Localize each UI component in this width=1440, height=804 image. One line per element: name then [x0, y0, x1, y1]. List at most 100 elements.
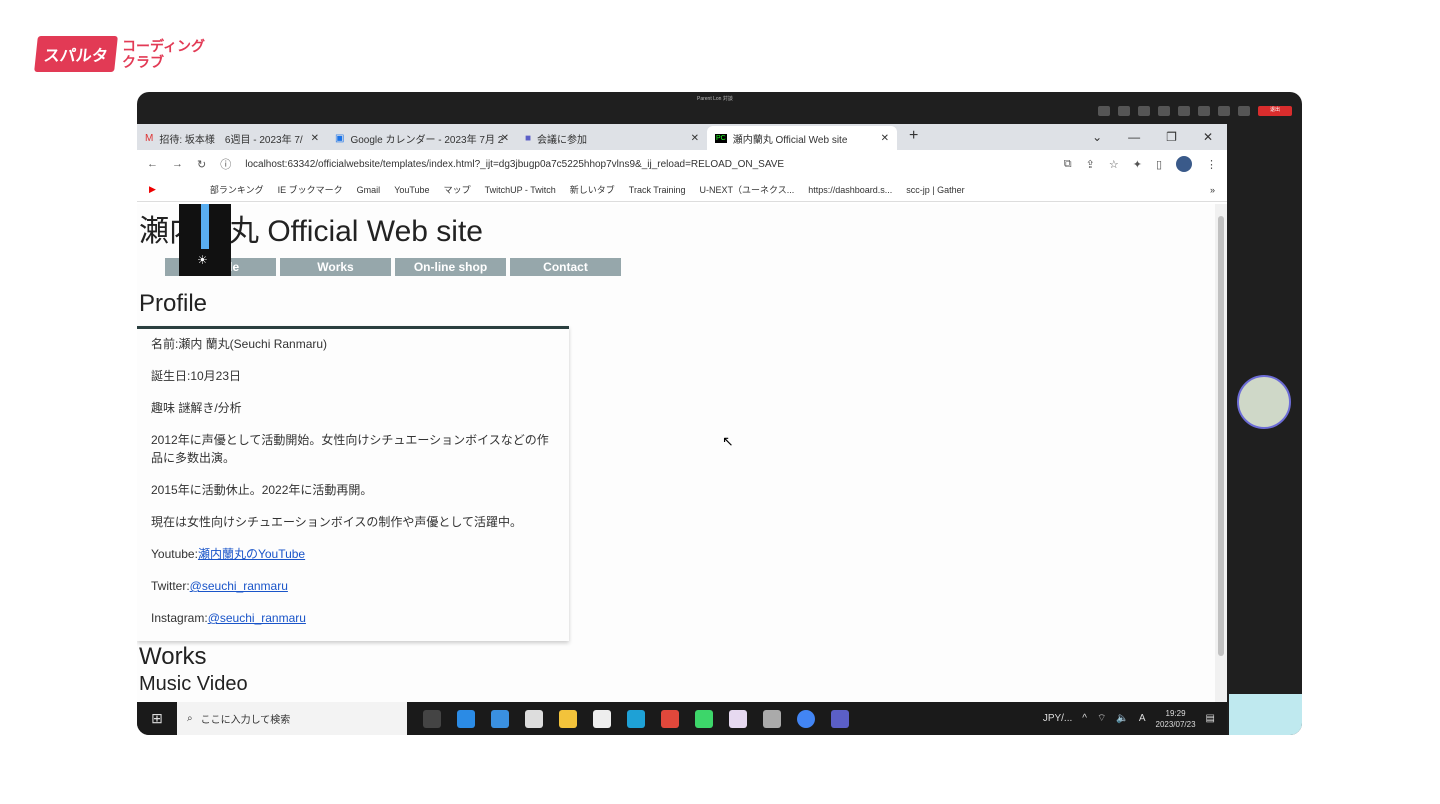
- explorer-icon[interactable]: [559, 709, 577, 728]
- task-view-icon[interactable]: [423, 709, 441, 728]
- forward-icon[interactable]: →: [172, 158, 183, 170]
- new-tab-button[interactable]: +: [897, 127, 930, 150]
- paint-icon[interactable]: [763, 709, 781, 728]
- tab-calendar[interactable]: ▣ Google カレンダー - 2023年 7月 2 ✕: [327, 126, 517, 150]
- close-icon[interactable]: ✕: [501, 133, 509, 144]
- chrome-icon[interactable]: [797, 709, 815, 728]
- instagram-link[interactable]: @seuchi_ranmaru: [208, 611, 306, 625]
- react-icon[interactable]: [1138, 106, 1150, 116]
- twitter-label: Twitter:: [151, 579, 190, 593]
- bookmark[interactable]: IE ブックマーク: [278, 183, 343, 196]
- camera-icon[interactable]: [1198, 106, 1210, 116]
- close-icon[interactable]: ✕: [691, 133, 699, 144]
- taskbar-search[interactable]: ⌕ ここに入力して検索: [177, 702, 407, 735]
- pycharm-icon[interactable]: [695, 709, 713, 728]
- youtube-icon[interactable]: ▶: [149, 184, 156, 195]
- mouse-cursor-icon: ↖: [722, 433, 734, 449]
- scrollbar[interactable]: [1215, 204, 1227, 702]
- brightness-slider[interactable]: ☀: [179, 204, 231, 276]
- info-icon: ⓘ: [220, 159, 232, 171]
- share-icon[interactable]: [1238, 106, 1250, 116]
- tab-list-icon[interactable]: ⌄: [1092, 130, 1102, 144]
- side-panel-icon[interactable]: ▯: [1156, 158, 1162, 171]
- participant-avatar[interactable]: [1237, 375, 1291, 429]
- edge-icon[interactable]: [627, 709, 645, 728]
- tab-teams[interactable]: ■ 会議に参加 ✕: [517, 126, 707, 150]
- store-icon[interactable]: [525, 709, 543, 728]
- mic-icon[interactable]: [1218, 106, 1230, 116]
- bookmark[interactable]: マップ: [444, 183, 471, 196]
- ime-indicator[interactable]: A: [1139, 713, 1146, 724]
- chat-icon[interactable]: [1098, 106, 1110, 116]
- close-icon[interactable]: ✕: [881, 133, 889, 144]
- reload-icon[interactable]: ↻: [197, 158, 206, 171]
- translate-icon[interactable]: ⧉: [1064, 158, 1072, 171]
- people-icon[interactable]: [1118, 106, 1130, 116]
- time: 19:29: [1165, 708, 1186, 718]
- leave-button[interactable]: 退出: [1258, 106, 1292, 116]
- bookmark[interactable]: https://dashboard.s...: [808, 185, 892, 195]
- mail-icon[interactable]: [491, 709, 509, 728]
- bookmark[interactable]: YouTube: [394, 185, 429, 195]
- sparta-logo: スパルタ コーディング クラブ: [34, 36, 206, 72]
- close-window-icon[interactable]: ✕: [1203, 130, 1213, 144]
- bookmark[interactable]: Gmail: [357, 185, 381, 195]
- currency-widget[interactable]: JPY/...: [1043, 713, 1072, 724]
- notifications-icon[interactable]: ▤: [1206, 713, 1215, 724]
- tab-label: 会議に参加: [537, 134, 588, 146]
- more-bookmarks-icon[interactable]: »: [1210, 185, 1215, 195]
- nav-works[interactable]: Works: [280, 258, 391, 276]
- meeting-window: Parent Lon 対談 退出 M 招待: 坂本様 6週目 - 2023年 7/…: [137, 92, 1302, 735]
- notepad-icon[interactable]: [729, 709, 747, 728]
- star-icon[interactable]: ☆: [1109, 158, 1119, 171]
- profile-avatar[interactable]: [1176, 156, 1192, 172]
- volume-icon[interactable]: 🔈: [1116, 713, 1128, 724]
- youtube-link[interactable]: 瀬内蘭丸のYouTube: [198, 547, 305, 561]
- bookmark[interactable]: Track Training: [629, 185, 686, 195]
- pycharm-icon: PC: [715, 133, 727, 143]
- profile-heading: Profile: [139, 290, 208, 317]
- date: 2023/07/23: [1155, 719, 1196, 729]
- teams-icon[interactable]: [831, 709, 849, 728]
- menu-icon[interactable]: ⋮: [1206, 158, 1217, 171]
- view-icon[interactable]: [1158, 106, 1170, 116]
- tab-label: 瀬内蘭丸 Official Web site: [732, 134, 848, 146]
- profile-bio: 2012年に声優として活動開始。女性向けシチュエーションボイスなどの作品に多数出…: [151, 433, 549, 465]
- extensions-icon[interactable]: ✦: [1133, 158, 1142, 171]
- bookmark[interactable]: U-NEXT（ユーネクス...: [699, 183, 794, 196]
- nav-contact[interactable]: Contact: [510, 258, 621, 276]
- nav-online-shop[interactable]: On-line shop: [395, 258, 506, 276]
- vscode-icon[interactable]: [457, 709, 475, 728]
- search-placeholder: ここに入力して検索: [200, 715, 291, 726]
- site-nav: Profile Works On-line shop Contact: [165, 258, 1215, 276]
- url-input[interactable]: localhost:63342/officialwebsite/template…: [245, 159, 1050, 170]
- tab-label: Google カレンダー - 2023年 7月 2: [350, 134, 504, 146]
- figma-icon[interactable]: [661, 709, 679, 728]
- back-icon[interactable]: ←: [147, 158, 158, 170]
- profile-name: 名前:瀬内 蘭丸(Seuchi Ranmaru): [151, 337, 328, 351]
- tray-chevron-icon[interactable]: ^: [1082, 713, 1087, 724]
- bookmark[interactable]: 部ランキング: [210, 183, 264, 196]
- wifi-icon[interactable]: ⌔: [1097, 712, 1106, 725]
- slack-icon[interactable]: [593, 709, 611, 728]
- profile-card: 名前:瀬内 蘭丸(Seuchi Ranmaru) 誕生日:10月23日 趣味 謎…: [137, 326, 569, 641]
- bookmark[interactable]: 新しいタブ: [570, 183, 615, 196]
- bookmark[interactable]: scc-jp | Gather: [906, 185, 964, 195]
- profile-hobby: 趣味 謎解き/分析: [151, 401, 242, 415]
- more-icon[interactable]: [1178, 106, 1190, 116]
- scrollbar-thumb[interactable]: [1218, 216, 1224, 656]
- twitter-link[interactable]: @seuchi_ranmaru: [190, 579, 288, 593]
- clock[interactable]: 19:29 2023/07/23: [1156, 708, 1196, 730]
- tab-official-site[interactable]: PC 瀬内蘭丸 Official Web site ✕: [707, 126, 897, 150]
- logo-text: コーディング: [122, 38, 206, 54]
- bookmark[interactable]: TwitchUP - Twitch: [485, 185, 556, 195]
- share-icon[interactable]: ⇪: [1086, 158, 1095, 171]
- windows-start-icon[interactable]: ⊞: [137, 710, 177, 727]
- close-icon[interactable]: ✕: [311, 133, 319, 144]
- minimize-icon[interactable]: —: [1128, 130, 1140, 144]
- instagram-label: Instagram:: [151, 611, 208, 625]
- restore-icon[interactable]: ❐: [1166, 130, 1177, 144]
- meeting-title: Parent Lon 対談: [697, 96, 733, 102]
- tab-gmail[interactable]: M 招待: 坂本様 6週目 - 2023年 7/ ✕: [137, 126, 327, 150]
- tab-bar: M 招待: 坂本様 6週目 - 2023年 7/ ✕ ▣ Google カレンダー -…: [137, 124, 1227, 150]
